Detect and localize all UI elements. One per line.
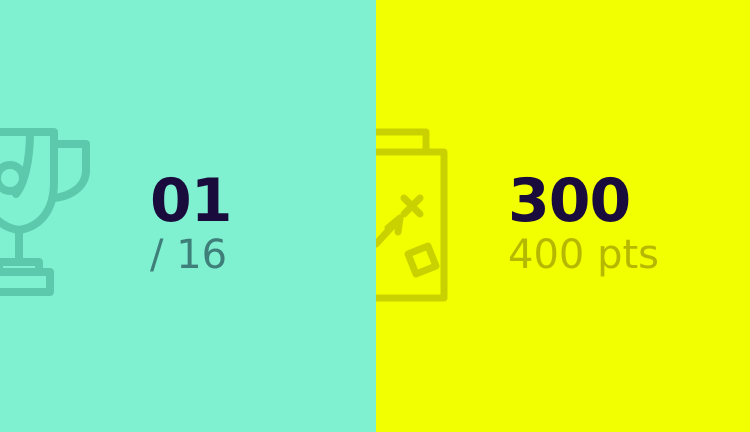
rank-stat: 01 / 16 (150, 166, 232, 278)
score-panel: 300 400 pts (376, 0, 750, 432)
rank-total: / 16 (150, 232, 228, 278)
game-plan-clipboard-icon (376, 122, 456, 312)
trophy-icon (0, 122, 94, 312)
stats-banner: 01 / 16 300 400 pts (0, 0, 750, 432)
score-stat: 300 400 pts (508, 166, 659, 278)
rank-value: 01 (150, 166, 232, 236)
rank-panel: 01 / 16 (0, 0, 376, 432)
score-value: 300 (508, 166, 631, 236)
score-max: 400 pts (508, 232, 659, 278)
